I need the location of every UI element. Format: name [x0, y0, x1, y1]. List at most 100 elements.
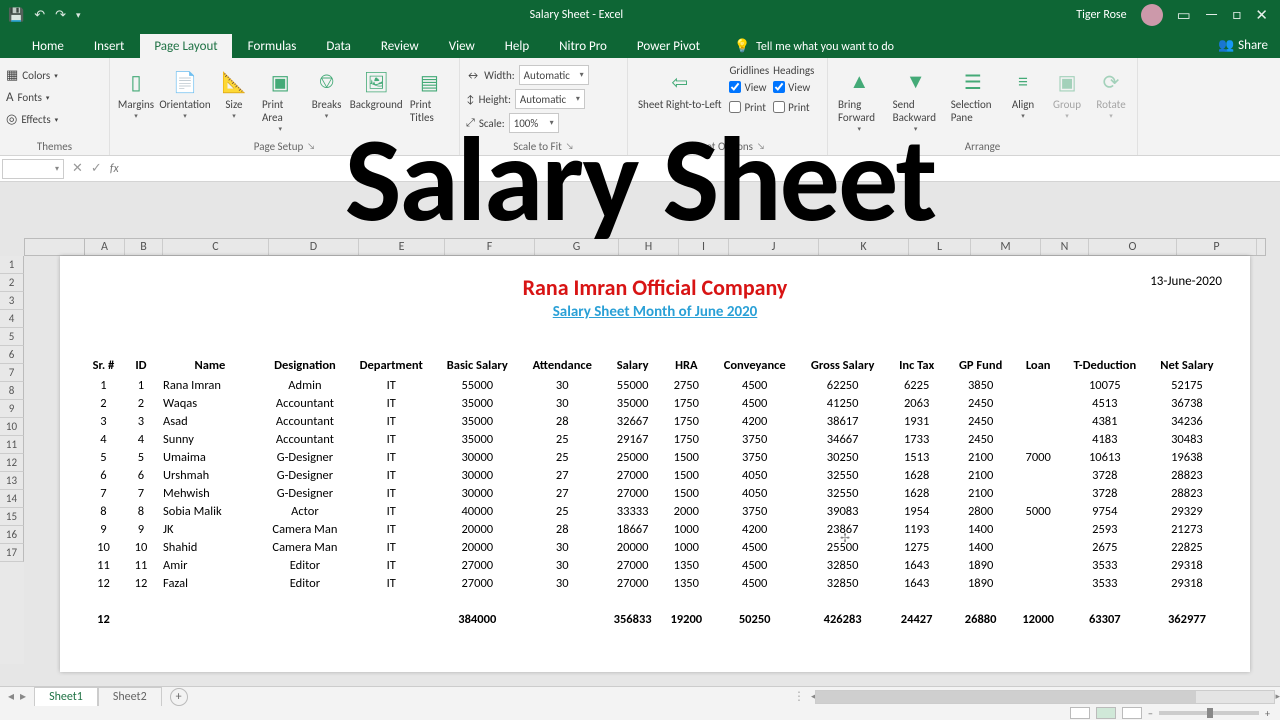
col-header-K[interactable]: K — [819, 239, 909, 255]
table-cell[interactable]: 11 — [123, 556, 159, 574]
sheet-rtl-button[interactable]: ⇦Sheet Right-to-Left — [634, 64, 725, 113]
table-cell[interactable]: 27000 — [603, 556, 662, 574]
table-cell[interactable]: G-Designer — [261, 466, 349, 484]
table-cell[interactable]: 9 — [84, 520, 123, 538]
rotate-button[interactable]: ⟳Rotate▾ — [1091, 64, 1131, 122]
ribbon-options-icon[interactable]: ▭ — [1177, 6, 1191, 25]
table-cell[interactable] — [1015, 556, 1062, 574]
table-header[interactable]: GP Fund — [947, 355, 1015, 376]
table-cell[interactable]: 6 — [84, 466, 123, 484]
table-cell[interactable]: Camera Man — [261, 520, 349, 538]
table-cell[interactable]: 1275 — [887, 538, 947, 556]
sheet-tab-2[interactable]: Sheet2 — [98, 687, 162, 706]
print-titles-button[interactable]: ▤Print Titles — [406, 64, 453, 126]
table-cell[interactable]: 2450 — [947, 394, 1015, 412]
table-cell[interactable]: 27000 — [603, 484, 662, 502]
table-cell[interactable]: 3850 — [947, 376, 1015, 394]
col-header-C[interactable]: C — [163, 239, 269, 255]
row-header-3[interactable]: 3 — [0, 292, 24, 310]
h-scrollbar[interactable] — [815, 690, 1275, 704]
scale-launcher[interactable]: ↘ — [566, 141, 574, 152]
send-backward-button[interactable]: ▼Send Backward▾ — [889, 64, 943, 135]
page-break-view-button[interactable] — [1122, 707, 1142, 719]
table-cell[interactable]: 38617 — [799, 412, 887, 430]
table-cell[interactable]: 6 — [123, 466, 159, 484]
table-cell[interactable]: 35000 — [603, 394, 662, 412]
table-cell[interactable]: 30483 — [1148, 430, 1226, 448]
table-cell[interactable]: 1400 — [947, 538, 1015, 556]
col-header-A[interactable]: A — [85, 239, 125, 255]
table-cell[interactable]: IT — [349, 556, 433, 574]
table-cell[interactable]: 2 — [123, 394, 159, 412]
table-cell[interactable]: 1750 — [662, 412, 711, 430]
table-cell[interactable]: Accountant — [261, 412, 349, 430]
enter-formula-icon[interactable]: ✓ — [91, 161, 102, 176]
bring-forward-button[interactable]: ▲Bring Forward▾ — [834, 64, 885, 135]
row-header-13[interactable]: 13 — [0, 472, 24, 490]
table-cell[interactable]: 5 — [84, 448, 123, 466]
table-cell[interactable]: 22825 — [1148, 538, 1226, 556]
normal-view-button[interactable] — [1070, 707, 1090, 719]
table-cell[interactable]: Rana Imran — [159, 376, 261, 394]
table-cell[interactable]: IT — [349, 394, 433, 412]
table-cell[interactable]: 25 — [521, 430, 603, 448]
table-cell[interactable]: 12 — [84, 574, 123, 592]
table-header[interactable]: Designation — [261, 355, 349, 376]
table-cell[interactable]: 3533 — [1062, 574, 1148, 592]
table-cell[interactable]: 7000 — [1015, 448, 1062, 466]
row-header-14[interactable]: 14 — [0, 490, 24, 508]
select-all-corner[interactable] — [25, 239, 85, 255]
cancel-formula-icon[interactable]: ✕ — [72, 161, 83, 176]
table-cell[interactable]: 1350 — [662, 574, 711, 592]
table-cell[interactable]: G-Designer — [261, 448, 349, 466]
sheet-tab-1[interactable]: Sheet1 — [34, 687, 98, 706]
tell-me[interactable]: 💡Tell me what you want to do — [734, 39, 894, 58]
table-cell[interactable] — [1015, 412, 1062, 430]
row-header-2[interactable]: 2 — [0, 274, 24, 292]
themes-colors[interactable]: ▦Colors▾ — [6, 64, 58, 86]
breaks-button[interactable]: ⎊Breaks▾ — [307, 64, 347, 122]
table-total[interactable] — [261, 610, 349, 628]
table-total[interactable]: 426283 — [799, 610, 887, 628]
table-cell[interactable]: 1500 — [662, 466, 711, 484]
table-cell[interactable]: 29318 — [1148, 556, 1226, 574]
table-header[interactable]: ID — [123, 355, 159, 376]
table-cell[interactable]: 1750 — [662, 430, 711, 448]
table-total[interactable] — [159, 610, 261, 628]
table-total[interactable]: 12000 — [1015, 610, 1062, 628]
gridlines-print[interactable]: Print — [729, 97, 769, 117]
col-header-M[interactable]: M — [971, 239, 1041, 255]
table-cell[interactable]: IT — [349, 466, 433, 484]
table-cell[interactable]: 3728 — [1062, 466, 1148, 484]
table-cell[interactable]: 27000 — [433, 574, 521, 592]
align-button[interactable]: ≡Align▾ — [1003, 64, 1043, 122]
tab-data[interactable]: Data — [312, 34, 365, 58]
tab-help[interactable]: Help — [491, 34, 543, 58]
table-cell[interactable] — [1015, 520, 1062, 538]
table-cell[interactable]: 4500 — [711, 574, 799, 592]
table-cell[interactable]: IT — [349, 376, 433, 394]
table-cell[interactable] — [1015, 376, 1062, 394]
table-cell[interactable]: 30 — [521, 394, 603, 412]
qat-customize-icon[interactable]: ▾ — [76, 10, 81, 21]
table-cell[interactable]: 27000 — [603, 574, 662, 592]
table-cell[interactable] — [1015, 394, 1062, 412]
table-cell[interactable]: 4050 — [711, 484, 799, 502]
sheetopt-launcher[interactable]: ↘ — [757, 141, 765, 152]
row-header-9[interactable]: 9 — [0, 400, 24, 418]
table-cell[interactable]: 36738 — [1148, 394, 1226, 412]
table-header[interactable]: Inc Tax — [887, 355, 947, 376]
table-cell[interactable]: 4183 — [1062, 430, 1148, 448]
table-cell[interactable]: 1643 — [887, 574, 947, 592]
table-cell[interactable]: 25500 — [799, 538, 887, 556]
table-cell[interactable]: Editor — [261, 556, 349, 574]
table-header[interactable]: Basic Salary — [433, 355, 521, 376]
zoom-out-icon[interactable]: − — [1148, 707, 1153, 720]
table-cell[interactable]: 3728 — [1062, 484, 1148, 502]
table-cell[interactable]: 4050 — [711, 466, 799, 484]
table-cell[interactable]: 4381 — [1062, 412, 1148, 430]
table-cell[interactable]: 30 — [521, 574, 603, 592]
page-layout-view-button[interactable] — [1096, 707, 1116, 719]
table-header[interactable]: Salary — [603, 355, 662, 376]
table-header[interactable]: Gross Salary — [799, 355, 887, 376]
